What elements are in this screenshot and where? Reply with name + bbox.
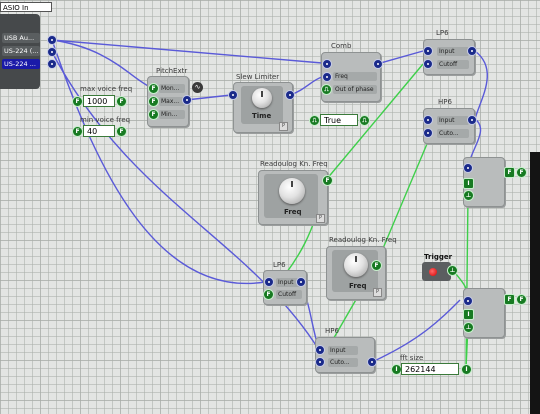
max-voice-out-port[interactable]: F — [116, 96, 127, 107]
hp6-bottom-module[interactable] — [315, 337, 375, 373]
right-upper-in-port[interactable] — [463, 163, 473, 173]
hp6-top-cutoff-port[interactable] — [423, 128, 433, 138]
hp6-bottom-input-port[interactable] — [315, 345, 325, 355]
comb-title: Comb — [331, 42, 352, 50]
lp6-mid-cutoff-port[interactable]: F — [263, 289, 274, 300]
readoulog-2-freq-knob[interactable] — [344, 253, 368, 277]
trigger-led-icon — [429, 268, 437, 276]
hp6-top-cutoff-label: Cuto... — [437, 129, 469, 138]
slew-out-port[interactable] — [285, 90, 295, 100]
readoulog-1-freq-label: Freq — [284, 208, 302, 216]
right-lower-int-port[interactable]: I — [463, 309, 474, 320]
min-voice-in-port[interactable]: F — [72, 126, 83, 137]
readoulog-1-title: Readoulog Kn. Freq — [260, 160, 328, 168]
lp6-mid-cutoff-label: Cutoff — [276, 290, 302, 299]
asio-in-title: ASIO In — [0, 2, 52, 12]
readoulog-2-title: Readoulog Kn. Freq — [329, 236, 397, 244]
readoulog-2-freq-label: Freq — [349, 282, 367, 290]
slew-param-badge[interactable]: P — [279, 122, 288, 131]
hp6-bottom-input-label: Input — [328, 346, 358, 355]
max-voice-in-port[interactable]: F — [72, 96, 83, 107]
right-edge-panel — [530, 152, 540, 414]
right-lower-out-port-1[interactable]: F — [504, 294, 515, 305]
slew-time-knob[interactable] — [252, 88, 272, 108]
right-upper-int-port[interactable]: I — [463, 178, 474, 189]
readoulog-2-out-port[interactable]: F — [371, 260, 382, 271]
comb-in-port[interactable] — [322, 59, 332, 69]
readoulog-2-param-badge[interactable]: P — [373, 288, 382, 297]
wire — [289, 76, 323, 96]
comb-freq-port[interactable] — [322, 72, 332, 82]
asio-port-2[interactable] — [47, 47, 57, 57]
lp6-top-input-port[interactable] — [423, 46, 433, 56]
wire — [376, 50, 424, 65]
lp6-top-input-label: Input — [437, 47, 469, 56]
comb-toggle-in-port[interactable]: ⎍ — [309, 115, 320, 126]
hp6-bottom-cutoff-label: Cuto... — [328, 358, 358, 367]
pitchextr-mono-label: Mon... — [159, 84, 185, 93]
hp6-top-title: HP6 — [438, 98, 452, 106]
asio-port-3[interactable] — [47, 59, 57, 69]
min-voice-freq-label: min voice freq — [80, 116, 131, 124]
comb-phase-port[interactable]: ⎍ — [321, 84, 332, 95]
trigger-out-port[interactable]: ⊥ — [447, 265, 458, 276]
wire — [185, 94, 232, 101]
right-upper-out-port-1[interactable]: F — [504, 167, 515, 178]
readoulog-1-out-port[interactable]: F — [322, 175, 333, 186]
lp6-mid-out-port[interactable] — [296, 277, 306, 287]
pitchextr-min-label: Min... — [159, 110, 185, 119]
pitchextr-title: PitchExtr — [156, 67, 188, 75]
hp6-top-input-port[interactable] — [423, 115, 433, 125]
asio-output-3: US-224 ... — [2, 59, 40, 69]
comb-out-port[interactable] — [373, 59, 383, 69]
fft-size-label: fft size — [400, 354, 424, 362]
asio-port-1[interactable] — [47, 35, 57, 45]
patch-canvas[interactable]: ASIO In USB Au... US-224 (... US-224 ...… — [0, 0, 540, 414]
hp6-top-input-label: Input — [437, 116, 469, 125]
slew-time-label: Time — [252, 112, 272, 120]
hp6-top-out-port[interactable] — [467, 115, 477, 125]
fft-size-out-port[interactable]: I — [461, 364, 472, 375]
lp6-top-title: LP6 — [436, 29, 449, 37]
slew-limiter-title: Slew Limiter — [236, 73, 280, 81]
min-voice-out-port[interactable]: F — [116, 126, 127, 137]
comb-phase-label: Out of phase — [333, 85, 377, 94]
comb-toggle-out-port[interactable]: ⎍ — [359, 115, 370, 126]
comb-freq-label: Freq — [333, 72, 377, 81]
lp6-top-module[interactable] — [423, 39, 475, 75]
trigger-title: Trigger — [424, 253, 453, 261]
pitchextr-max-port[interactable]: F — [148, 96, 159, 107]
lp6-mid-input-port[interactable] — [264, 277, 274, 287]
hp6-top-module[interactable] — [423, 108, 475, 144]
pitchextr-out-port[interactable] — [182, 95, 192, 105]
right-upper-bool-port[interactable]: ⊥ — [463, 190, 474, 201]
pitchextr-min-port[interactable]: F — [148, 109, 159, 120]
wire — [474, 50, 488, 120]
hp6-bottom-cutoff-port[interactable] — [315, 357, 325, 367]
right-lower-bool-port[interactable]: ⊥ — [463, 322, 474, 333]
max-voice-freq-field[interactable]: 1000 — [83, 95, 115, 107]
min-voice-freq-field[interactable]: 40 — [83, 125, 115, 137]
max-voice-freq-label: max voice freq — [80, 85, 133, 93]
lp6-top-cutoff-label: Cutoff — [437, 60, 469, 69]
slew-in-port[interactable] — [228, 90, 238, 100]
hp6-bottom-title: HP6 — [325, 327, 339, 335]
lp6-top-cutoff-port[interactable] — [423, 59, 433, 69]
readoulog-1-param-badge[interactable]: P — [316, 214, 325, 223]
readoulog-1-freq-knob[interactable] — [279, 178, 305, 204]
right-upper-out-port-2[interactable]: F — [516, 167, 527, 178]
pitchextr-wave-icon: ∿ — [192, 82, 203, 93]
wire — [375, 131, 433, 266]
asio-output-1: USB Au... — [2, 33, 40, 43]
pitchextr-mono-port[interactable]: F — [148, 83, 159, 94]
hp6-bottom-out-port[interactable] — [367, 357, 377, 367]
right-lower-out-port-2[interactable]: F — [516, 294, 527, 305]
fft-size-field[interactable]: 262144 — [401, 363, 459, 375]
lp6-top-out-port[interactable] — [467, 46, 477, 56]
lp6-mid-title: LP6 — [273, 261, 286, 269]
asio-output-2: US-224 (... — [2, 46, 40, 56]
comb-toggle-field[interactable]: True — [320, 114, 358, 126]
wire — [371, 299, 461, 363]
right-lower-in-port[interactable] — [463, 296, 473, 306]
